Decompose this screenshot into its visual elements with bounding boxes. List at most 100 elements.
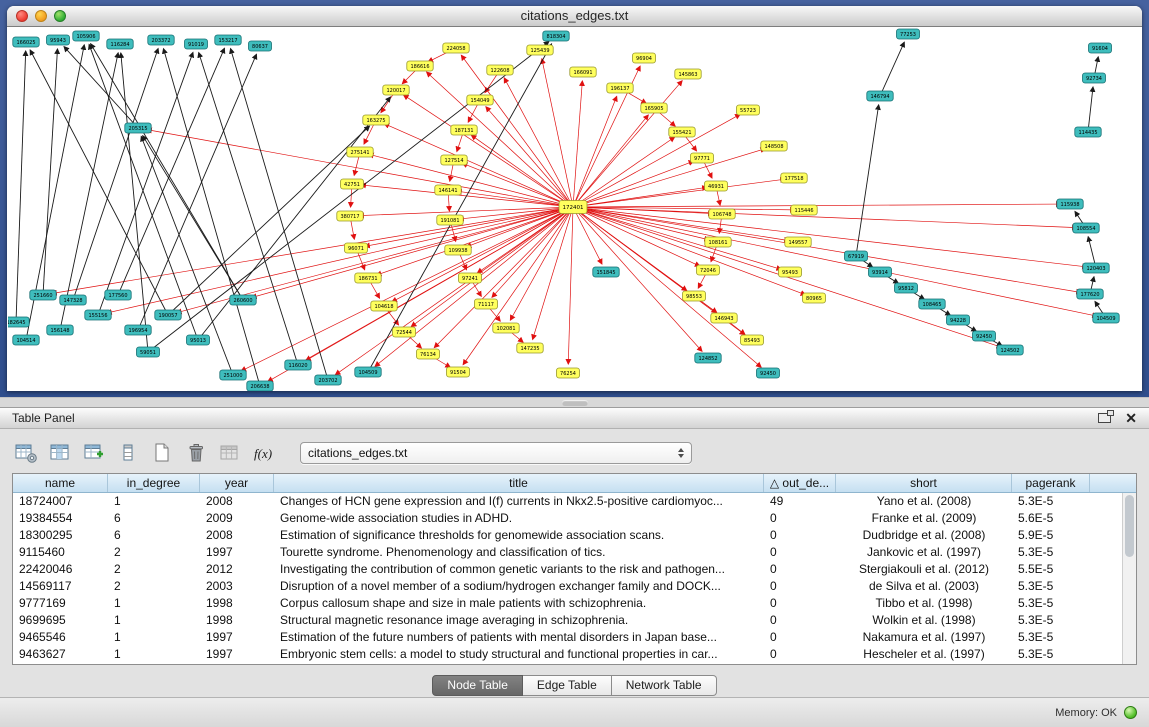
graph-edge[interactable]: [510, 207, 573, 320]
graph-node[interactable]: 108554: [1073, 223, 1099, 233]
table-row[interactable]: 2242004622012Investigating the contribut…: [13, 561, 1122, 578]
graph-node[interactable]: 116284: [107, 39, 133, 49]
cell-out_de[interactable]: 0: [764, 544, 836, 561]
column-header-title[interactable]: title: [274, 474, 764, 492]
cell-in_degree[interactable]: 6: [108, 510, 200, 527]
cell-title[interactable]: Estimation of the future numbers of pati…: [274, 629, 764, 646]
graph-node[interactable]: 120017: [383, 85, 409, 95]
cell-pagerank[interactable]: 5.5E-5: [1012, 561, 1090, 578]
graph-node[interactable]: 108465: [919, 299, 945, 309]
graph-node[interactable]: 92450: [973, 331, 996, 341]
graph-edge[interactable]: [461, 55, 573, 207]
graph-edge[interactable]: [43, 49, 57, 295]
graph-edge[interactable]: [16, 51, 26, 322]
graph-edge[interactable]: [573, 207, 806, 295]
cell-pagerank[interactable]: 5.3E-5: [1012, 544, 1090, 561]
graph-node[interactable]: 187131: [451, 125, 477, 135]
graph-edge[interactable]: [856, 105, 879, 256]
cell-out_de[interactable]: 0: [764, 527, 836, 544]
graph-node[interactable]: 91504: [447, 367, 470, 377]
graph-node[interactable]: 105906: [73, 31, 99, 41]
cell-title[interactable]: Investigating the contribution of common…: [274, 561, 764, 578]
graph-edge[interactable]: [231, 49, 328, 380]
cell-name[interactable]: 9463627: [13, 646, 108, 663]
graph-edge[interactable]: [107, 207, 573, 313]
cell-out_de[interactable]: 0: [764, 629, 836, 646]
graph-edge[interactable]: [573, 161, 694, 207]
table-mode-icon[interactable]: [12, 440, 40, 466]
table-row[interactable]: 946362711997Embryonic stem cells: a mode…: [13, 646, 1122, 663]
function-builder-icon[interactable]: f(x): [250, 440, 278, 466]
graph-edge[interactable]: [573, 207, 702, 351]
cell-title[interactable]: Tourette syndrome. Phenomenology and cla…: [274, 544, 764, 561]
cell-year[interactable]: 1998: [200, 612, 274, 629]
graph-node[interactable]: 104618: [371, 301, 397, 311]
graph-node[interactable]: 85493: [741, 335, 764, 345]
import-table-icon[interactable]: [216, 440, 244, 466]
graph-node[interactable]: 149557: [785, 237, 811, 247]
graph-node[interactable]: 72046: [697, 265, 720, 275]
cell-year[interactable]: 2009: [200, 510, 274, 527]
graph-node[interactable]: 166025: [13, 37, 39, 47]
cell-year[interactable]: 2003: [200, 578, 274, 595]
graph-node[interactable]: 125439: [527, 45, 553, 55]
cell-title[interactable]: Changes of HCN gene expression and I(f) …: [274, 493, 764, 510]
panel-divider[interactable]: [0, 397, 1149, 407]
cell-pagerank[interactable]: 5.3E-5: [1012, 612, 1090, 629]
cell-name[interactable]: 19384554: [13, 510, 108, 527]
graph-edge[interactable]: [64, 47, 138, 128]
graph-node[interactable]: 182645: [8, 317, 29, 327]
cell-in_degree[interactable]: 1: [108, 612, 200, 629]
graph-edge[interactable]: [492, 207, 573, 297]
graph-edge[interactable]: [1088, 87, 1093, 132]
cell-in_degree[interactable]: 1: [108, 646, 200, 663]
cell-in_degree[interactable]: 6: [108, 527, 200, 544]
cell-in_degree[interactable]: 2: [108, 578, 200, 595]
graph-node[interactable]: 146794: [867, 91, 893, 101]
graph-node[interactable]: 55723: [737, 105, 760, 115]
graph-edge[interactable]: [573, 207, 1081, 293]
cell-pagerank[interactable]: 5.3E-5: [1012, 493, 1090, 510]
graph-node[interactable]: 96904: [633, 53, 656, 63]
graph-edge[interactable]: [504, 78, 573, 207]
cell-year[interactable]: 2008: [200, 493, 274, 510]
graph-node[interactable]: 165905: [641, 103, 667, 113]
graph-node[interactable]: 196954: [125, 325, 151, 335]
graph-edge[interactable]: [573, 81, 582, 207]
graph-edge[interactable]: [568, 207, 573, 364]
cell-short[interactable]: Nakamura et al. (1997): [836, 629, 1012, 646]
graph-node[interactable]: 80637: [249, 41, 272, 51]
graph-node[interactable]: 109938: [445, 245, 471, 255]
graph-node[interactable]: 115938: [1057, 199, 1083, 209]
divider-grip[interactable]: [562, 400, 588, 406]
graph-edge[interactable]: [147, 130, 573, 207]
edit-columns-icon[interactable]: [80, 440, 108, 466]
graph-node[interactable]: 153217: [215, 35, 241, 45]
graph-node[interactable]: 151845: [593, 267, 619, 277]
graph-node[interactable]: 260600: [230, 295, 256, 305]
graph-edge[interactable]: [573, 179, 785, 207]
graph-node[interactable]: 95812: [895, 283, 918, 293]
graph-node[interactable]: 104514: [13, 335, 39, 345]
cell-name[interactable]: 18300295: [13, 527, 108, 544]
new-column-icon[interactable]: [148, 440, 176, 466]
graph-node[interactable]: 80965: [803, 293, 826, 303]
network-canvas[interactable]: 1660259594310590611628420337291019153217…: [8, 28, 1141, 391]
cell-title[interactable]: Corpus callosum shape and size in male p…: [274, 595, 764, 612]
cell-in_degree[interactable]: 1: [108, 595, 200, 612]
graph-node[interactable]: 77253: [897, 29, 920, 39]
cell-pagerank[interactable]: 5.3E-5: [1012, 578, 1090, 595]
graph-node[interactable]: 156148: [47, 325, 73, 335]
cell-short[interactable]: Franke et al. (2009): [836, 510, 1012, 527]
cell-pagerank[interactable]: 5.3E-5: [1012, 629, 1090, 646]
table-selector[interactable]: citations_edges.txt: [300, 442, 692, 464]
cell-year[interactable]: 1997: [200, 646, 274, 663]
cell-in_degree[interactable]: 2: [108, 561, 200, 578]
graph-edge[interactable]: [392, 207, 573, 302]
graph-edge[interactable]: [573, 207, 700, 266]
graph-node[interactable]: 251000: [220, 370, 246, 380]
graph-node[interactable]: 163275: [363, 115, 389, 125]
graph-edge[interactable]: [573, 81, 682, 207]
graph-node[interactable]: 42751: [341, 179, 364, 189]
graph-edge[interactable]: [463, 207, 573, 365]
